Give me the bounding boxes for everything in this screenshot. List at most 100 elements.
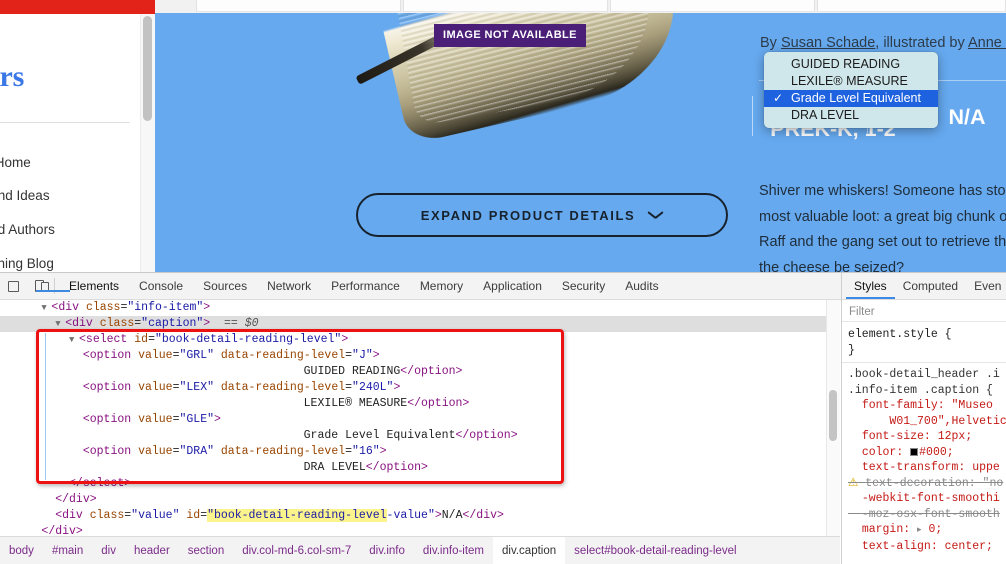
byline-prefix: By [760, 35, 777, 51]
illustrator-link[interactable]: Anne Kennedy [968, 35, 1006, 51]
breadcrumb-item[interactable]: div.info-item [414, 537, 493, 564]
dom-tree-line[interactable]: </div> [0, 524, 828, 536]
color-swatch[interactable] [910, 448, 918, 456]
browser-tab[interactable] [196, 0, 401, 12]
disclosure-triangle-icon[interactable]: ▼ [55, 316, 65, 332]
css-declaration[interactable]: -webkit-font-smoothi [848, 491, 1006, 507]
tab-network[interactable]: Network [257, 273, 321, 300]
tab-sources[interactable]: Sources [193, 273, 257, 300]
tab-audits[interactable]: Audits [615, 273, 668, 300]
tab-performance[interactable]: Performance [321, 273, 410, 300]
css-declaration[interactable]: margin: ▸ 0; [848, 522, 1006, 539]
tab-console[interactable]: Console [129, 273, 193, 300]
styles-filter-row[interactable]: Filter [842, 300, 1006, 322]
elements-scrollbar-thumb-lower[interactable] [829, 390, 837, 430]
devtools-panel: Elements Console Sources Network Perform… [0, 272, 1006, 563]
sidebar-divider [0, 122, 130, 123]
tab-styles[interactable]: Styles [846, 273, 895, 299]
inspect-element-button[interactable] [0, 273, 26, 300]
dom-tree-line[interactable]: <option value="DRA" data-reading-level="… [0, 444, 828, 460]
css-selector: element.style { [848, 327, 1006, 343]
dom-tree-line[interactable]: <option value="LEX" data-reading-level="… [0, 380, 828, 396]
sidebar-item-teachers-home[interactable]: chers Home [0, 146, 148, 180]
toggle-device-toolbar-button[interactable] [26, 273, 52, 300]
dom-tree-line[interactable]: <option value="GLE"> [0, 412, 828, 428]
dropdown-option-lexile-measure[interactable]: LEXILE® MEASURE [764, 73, 938, 90]
breadcrumb-item[interactable]: select#book-detail-reading-level [565, 537, 745, 564]
css-selector: .book-detail_header .i [848, 367, 1006, 383]
dropdown-option-dra-level[interactable]: DRA LEVEL [764, 107, 938, 124]
expand-product-details-label: EXPAND PRODUCT DETAILS [421, 208, 636, 223]
warning-icon: ⚠ [848, 477, 865, 490]
dom-tree-line[interactable]: </select> [0, 476, 828, 492]
disclosure-triangle-icon[interactable]: ▼ [41, 300, 51, 316]
author-link[interactable]: Susan Schade [781, 35, 875, 51]
page-scrollbar-thumb[interactable] [143, 16, 152, 121]
css-rules-list[interactable]: element.style {}.book-detail_header .i.i… [842, 322, 1006, 562]
tab-computed[interactable]: Computed [895, 273, 966, 299]
inspect-cursor-icon [8, 281, 19, 292]
tab-application[interactable]: Application [473, 273, 552, 300]
breadcrumb-item[interactable]: div.info [360, 537, 414, 564]
dom-tree-line[interactable]: ▼<select id="book-detail-reading-level"> [0, 332, 828, 348]
elements-dom-tree[interactable]: ▼<div class="info-item"> ▼<div class="ca… [0, 300, 828, 536]
description-line: Shiver me whiskers! Someone has stolen t… [759, 181, 1006, 203]
indent-guide-line [45, 333, 46, 480]
breadcrumb-item[interactable]: div.caption [493, 537, 565, 564]
dom-tree-line[interactable]: LEXILE® MEASURE</option> [0, 396, 828, 412]
dom-tree-line[interactable]: <option value="GRL" data-reading-level="… [0, 348, 828, 364]
dom-breadcrumb-bar[interactable]: body#maindivheadersectiondiv.col-md-6.co… [0, 536, 840, 564]
css-declaration[interactable]: font-family: "Museo [848, 398, 1006, 414]
site-header-band [0, 0, 155, 14]
css-rule-divider [842, 362, 1006, 363]
disclosure-triangle-icon[interactable]: ▼ [69, 332, 79, 348]
site-sidebar: achers chers Home sons and Ideas oks and… [0, 14, 140, 272]
sidebar-item-books-and-authors[interactable]: oks and Authors [0, 214, 148, 248]
dom-tree-line[interactable]: DRA LEVEL</option> [0, 460, 828, 476]
css-declaration-continuation: W01_700",Helvetic [848, 414, 1006, 430]
dom-tree-line[interactable]: GUIDED READING</option> [0, 364, 828, 380]
reading-level-dropdown-popup[interactable]: GUIDED READING LEXILE® MEASURE Grade Lev… [764, 52, 938, 128]
tab-event-listeners[interactable]: Even [966, 273, 1006, 299]
breadcrumb-item[interactable]: div.col-md-6.col-sm-7 [233, 537, 360, 564]
breadcrumb-item[interactable]: div [92, 537, 125, 564]
sidebar-item-teaching-blog[interactable]: o Teaching Blog [0, 248, 148, 272]
sidebar-item-lessons-and-ideas[interactable]: sons and Ideas [0, 180, 148, 214]
tab-memory[interactable]: Memory [410, 273, 473, 300]
css-declaration[interactable]: color: #000; [848, 445, 1006, 461]
sidebar-nav-list: chers Home sons and Ideas oks and Author… [0, 146, 148, 272]
browser-tab[interactable] [817, 0, 1006, 12]
css-declaration[interactable]: font-size: 12px; [848, 429, 1006, 445]
description-line: most valuable loot: a great big chunk of… [759, 207, 1006, 229]
dom-tree-line[interactable]: <div class="value" id="book-detail-readi… [0, 508, 828, 524]
dropdown-option-grade-level-equivalent[interactable]: Grade Level Equivalent [764, 90, 938, 107]
browser-tab[interactable] [403, 0, 608, 12]
css-selector: .info-item .caption { [848, 383, 1006, 399]
breadcrumb-item[interactable]: header [125, 537, 179, 564]
chevron-down-icon [648, 211, 663, 220]
description-line: the cheese be seized? [759, 258, 1006, 273]
styles-filter-input[interactable]: Filter [848, 303, 1000, 319]
book-byline: By Susan Schade, illustrated by Anne Ken… [760, 35, 1006, 51]
breadcrumb-item[interactable]: #main [43, 537, 92, 564]
dom-tree-line[interactable]: </div> [0, 492, 828, 508]
tab-security[interactable]: Security [552, 273, 615, 300]
book-description: Shiver me whiskers! Someone has stolen t… [759, 181, 1006, 272]
breadcrumb-item[interactable]: body [0, 537, 43, 564]
expand-product-details-button[interactable]: EXPAND PRODUCT DETAILS [356, 193, 728, 237]
css-declaration[interactable]: text-transform: uppe [848, 460, 1006, 476]
selected-node-underline [36, 290, 70, 292]
dom-tree-line[interactable]: ▼<div class="caption"> == $0 [0, 316, 828, 332]
css-declaration[interactable]: text-align: center; [848, 539, 1006, 555]
dom-tree-line[interactable]: ▼<div class="info-item"> [0, 300, 828, 316]
css-declaration[interactable]: ⚠ text-decoration: "no [848, 476, 1006, 492]
dropdown-option-guided-reading[interactable]: GUIDED READING [764, 56, 938, 73]
dom-tree-line[interactable]: Grade Level Equivalent</option> [0, 428, 828, 444]
browser-tab[interactable] [610, 0, 815, 12]
css-declaration[interactable]: -moz-osx-font-smooth [848, 507, 1006, 523]
styles-sidebar: Styles Computed Even Filter element.styl… [841, 273, 1006, 564]
breadcrumb-item[interactable]: section [179, 537, 233, 564]
byline-separator: , illustrated by [875, 35, 964, 51]
tab-elements[interactable]: Elements [59, 273, 129, 300]
browser-page-viewport: achers chers Home sons and Ideas oks and… [0, 0, 1006, 272]
